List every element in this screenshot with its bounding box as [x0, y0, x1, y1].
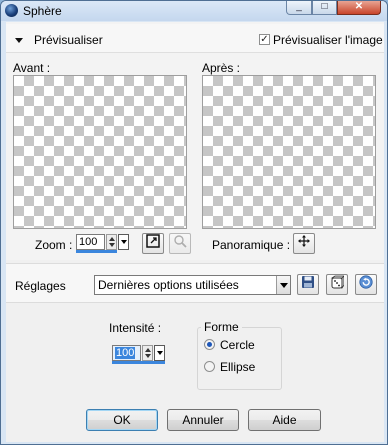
- intensity-value-selected: 100: [115, 347, 136, 359]
- move-crosshair-icon: [298, 235, 310, 247]
- close-button[interactable]: ✕: [337, 1, 381, 15]
- intensity-input[interactable]: 100: [112, 345, 141, 361]
- save-preset-icon: [302, 276, 314, 288]
- minimize-button[interactable]: _: [286, 1, 312, 15]
- sphere-app-icon: [5, 4, 18, 17]
- spin-down-icon[interactable]: [145, 354, 151, 358]
- dialog-client-area: Prévisualiser ✓ Prévisualiser l'image Av…: [6, 22, 384, 442]
- spin-up-icon[interactable]: [109, 237, 115, 241]
- help-button[interactable]: Aide: [248, 409, 321, 431]
- zoom-dropdown-button[interactable]: [118, 234, 129, 250]
- spin-down-icon[interactable]: [109, 243, 115, 247]
- preview-section-header[interactable]: Prévisualiser ✓ Prévisualiser l'image: [6, 24, 384, 53]
- dialog-window: Sphère _ □ ✕ Prévisualiser ✓ Prévisualis…: [0, 0, 388, 445]
- pan-button[interactable]: [293, 233, 315, 254]
- shape-radio-ellipse[interactable]: [204, 361, 215, 372]
- presets-combobox[interactable]: Dernières options utilisées: [94, 275, 291, 295]
- presets-label: Réglages: [15, 279, 66, 293]
- preview-panel: Prévisualiser ✓ Prévisualiser l'image Av…: [6, 22, 384, 260]
- preview-image-checkbox[interactable]: ✓: [259, 34, 270, 45]
- spin-up-icon[interactable]: [145, 348, 151, 352]
- preview-section-label: Prévisualiser: [34, 33, 103, 47]
- dice-random-icon: [330, 275, 345, 290]
- maximize-button[interactable]: □: [312, 1, 337, 15]
- preview-image-checkbox-label[interactable]: Prévisualiser l'image: [273, 33, 383, 47]
- zoom-tool-button[interactable]: [169, 233, 191, 254]
- shape-radio-circle[interactable]: [204, 339, 215, 350]
- randomize-button[interactable]: [326, 274, 348, 295]
- shape-radio-ellipse-label[interactable]: Ellipse: [220, 360, 255, 374]
- after-preview-canvas[interactable]: [202, 75, 376, 229]
- reset-button[interactable]: [355, 274, 377, 295]
- after-label: Après :: [202, 61, 241, 75]
- zoom-input-underline: [76, 250, 117, 253]
- magnifier-icon: [174, 235, 187, 248]
- window-title: Sphère: [23, 4, 62, 18]
- presets-combobox-value: Dernières options utilisées: [98, 278, 239, 292]
- ok-button[interactable]: OK: [86, 409, 158, 431]
- before-preview-canvas[interactable]: [13, 75, 187, 229]
- shape-group-title: Forme: [201, 320, 242, 334]
- reset-icon: [359, 275, 373, 289]
- shape-groupbox: [197, 327, 282, 390]
- intensity-dropdown-button[interactable]: [154, 345, 165, 361]
- cancel-button[interactable]: Annuler: [167, 409, 239, 431]
- intensity-spinner[interactable]: [142, 345, 153, 361]
- intensity-input-underline: [112, 361, 165, 364]
- fit-to-window-button[interactable]: [142, 233, 164, 254]
- before-label: Avant :: [13, 61, 51, 75]
- collapse-triangle-icon[interactable]: [15, 38, 23, 43]
- zoom-label: Zoom :: [35, 238, 73, 252]
- combobox-arrow-icon[interactable]: [276, 276, 290, 294]
- title-bar[interactable]: Sphère _ □ ✕: [1, 1, 387, 21]
- shape-radio-circle-label[interactable]: Cercle: [220, 338, 255, 352]
- pan-label: Panoramique :: [212, 238, 291, 252]
- save-preset-button[interactable]: [297, 274, 319, 295]
- intensity-label: Intensité :: [109, 321, 162, 335]
- zoom-spinner[interactable]: [106, 234, 117, 250]
- presets-panel: Réglages Dernières options utilisées: [6, 263, 384, 303]
- fit-to-window-icon: [146, 234, 160, 248]
- zoom-input[interactable]: 100: [76, 234, 105, 250]
